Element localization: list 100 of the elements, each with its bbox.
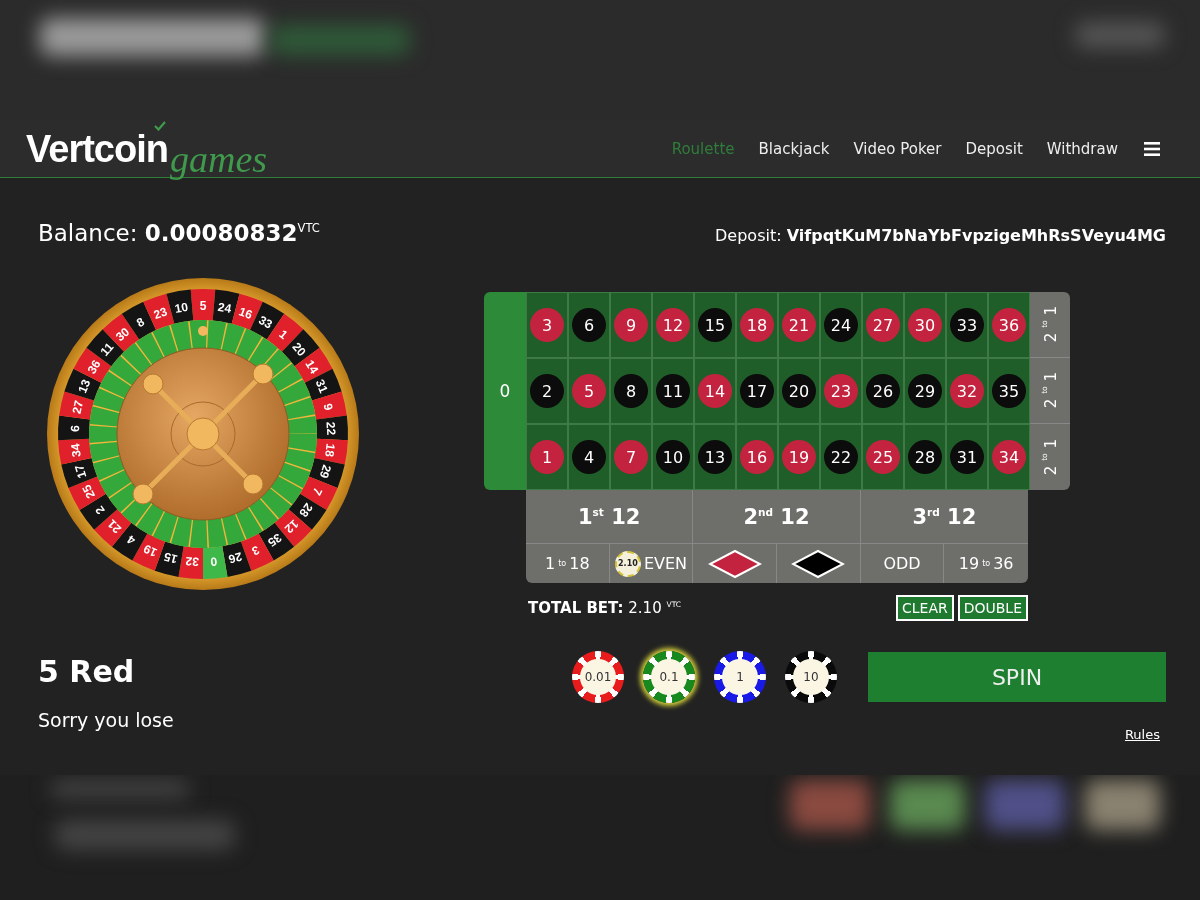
wheel-number: 29: [316, 463, 335, 480]
wheel-number: 13: [75, 377, 94, 396]
number-chip[interactable]: 7: [614, 440, 648, 474]
wheel-number: 22: [323, 421, 339, 436]
number-chip[interactable]: 18: [740, 308, 774, 342]
result-message: Sorry you lose: [38, 709, 175, 731]
number-chip[interactable]: 29: [908, 374, 942, 408]
nav-link[interactable]: Deposit: [965, 139, 1023, 158]
spin-button[interactable]: SPIN: [868, 652, 1166, 702]
number-chip[interactable]: 25: [866, 440, 900, 474]
logo-script: games: [169, 136, 268, 181]
check-icon: [154, 120, 166, 131]
outside-bet[interactable]: 19 $^{to}$ 36: [944, 544, 1028, 583]
wheel-number: 36: [84, 357, 104, 377]
wheel-number: 6: [68, 424, 83, 433]
number-chip[interactable]: 19: [782, 440, 816, 474]
number-chip[interactable]: 21: [782, 308, 816, 342]
number-chip[interactable]: 31: [950, 440, 984, 474]
number-chip[interactable]: 15: [698, 308, 732, 342]
chip-button[interactable]: 1: [714, 651, 766, 703]
number-chip[interactable]: 24: [824, 308, 858, 342]
rules-link[interactable]: Rules: [1124, 727, 1160, 742]
outside-bet[interactable]: 2.10 EVEN: [609, 544, 694, 583]
wheel-number: 19: [141, 541, 160, 560]
number-chip[interactable]: 5: [572, 374, 606, 408]
dozen-bet[interactable]: 3$^{rd}$ 12: [860, 490, 1028, 544]
wheel-number: 33: [256, 312, 275, 332]
wheel-number: 15: [162, 549, 179, 567]
wheel-number: 1: [276, 326, 291, 342]
number-chip[interactable]: 35: [992, 374, 1026, 408]
number-chip[interactable]: 12: [656, 308, 690, 342]
number-chip[interactable]: 26: [866, 374, 900, 408]
number-chip[interactable]: 3: [530, 308, 564, 342]
wheel-number: 2: [92, 503, 108, 517]
chip-button[interactable]: 0.01: [572, 651, 624, 703]
result-title: 5 Red: [38, 654, 136, 689]
chip-button[interactable]: 0.1: [643, 651, 695, 703]
diamond-icon[interactable]: [791, 548, 846, 579]
wheel-number: 14: [302, 357, 322, 377]
number-chip[interactable]: 8: [614, 374, 648, 408]
number-chip[interactable]: 9: [614, 308, 648, 342]
wheel-number: 32: [184, 554, 200, 570]
menu-icon[interactable]: [1144, 141, 1160, 156]
zero-cell[interactable]: 0: [484, 292, 526, 490]
number-chip[interactable]: 11: [656, 374, 690, 408]
logo-wordmark: Vertcoin: [26, 127, 168, 171]
total-bet-text: TOTAL BET: 2.10 $^{VTC}$: [528, 599, 681, 617]
number-chip[interactable]: 10: [656, 440, 690, 474]
number-chip[interactable]: 1: [530, 440, 564, 474]
wheel-number: 27: [69, 399, 87, 416]
number-chip[interactable]: 23: [824, 374, 858, 408]
wheel-number: 23: [151, 304, 169, 323]
number-chip[interactable]: 4: [572, 440, 606, 474]
bet-action-button[interactable]: CLEAR: [895, 595, 954, 621]
number-chip[interactable]: 2: [530, 374, 564, 408]
dozen-bet[interactable]: 1$^{st}$ 12: [526, 490, 694, 544]
number-chip[interactable]: 34: [992, 440, 1026, 474]
dozen-bet[interactable]: 2$^{nd}$ 12: [693, 490, 861, 544]
wheel-number: 20: [289, 339, 309, 360]
number-chip[interactable]: 33: [950, 308, 984, 342]
balance-text: Balance: 0.00080832$^{VTC}$: [38, 220, 320, 246]
wheel-number: 7: [309, 485, 326, 498]
wheel-number: 8: [134, 314, 147, 330]
deposit-address-text: Deposit: VifpqtKuM7bNaYbFvpzigeMhRsSVeyu4MG: [715, 226, 1166, 245]
number-chip[interactable]: 22: [824, 440, 858, 474]
outside-bet[interactable]: ODD: [860, 544, 945, 583]
bet-chip: 2.10: [614, 550, 641, 577]
number-chip[interactable]: 28: [908, 440, 942, 474]
ball-icon: [198, 326, 208, 336]
number-chip[interactable]: 32: [950, 374, 984, 408]
wheel-number: 10: [173, 299, 190, 316]
outside-bet[interactable]: 1 $^{to}$ 18: [526, 544, 610, 583]
number-chip[interactable]: 20: [782, 374, 816, 408]
bet-action-button[interactable]: DOUBLE: [957, 595, 1028, 621]
wheel-number: 24: [216, 299, 233, 316]
wheel-number: 25: [79, 482, 98, 501]
wheel-number: 34: [68, 442, 84, 458]
number-chip[interactable]: 30: [908, 308, 942, 342]
number-chip[interactable]: 6: [572, 308, 606, 342]
chip-button[interactable]: 10: [785, 651, 837, 703]
wheel-number: 4: [124, 532, 138, 548]
wheel-number: 31: [312, 377, 331, 396]
bet-label: EVEN: [643, 554, 688, 573]
wheel-number: 0: [209, 554, 218, 569]
wheel-number: 18: [322, 442, 338, 458]
nav-link[interactable]: Blackjack: [758, 139, 830, 158]
wheel-number: 3: [249, 542, 262, 559]
number-chip[interactable]: 17: [740, 374, 774, 408]
wheel-number: 9: [320, 402, 336, 412]
number-chip[interactable]: 16: [740, 440, 774, 474]
wheel-number: 16: [237, 304, 255, 323]
number-chip[interactable]: 14: [698, 374, 732, 408]
nav-link[interactable]: Video Poker: [853, 139, 942, 158]
wheel-number: 17: [71, 463, 90, 480]
number-chip[interactable]: 36: [992, 308, 1026, 342]
number-chip[interactable]: 13: [698, 440, 732, 474]
nav-link[interactable]: Withdraw: [1046, 139, 1118, 158]
number-chip[interactable]: 27: [866, 308, 900, 342]
wheel-number: 21: [104, 516, 125, 537]
wheel-number: 5: [199, 299, 207, 313]
